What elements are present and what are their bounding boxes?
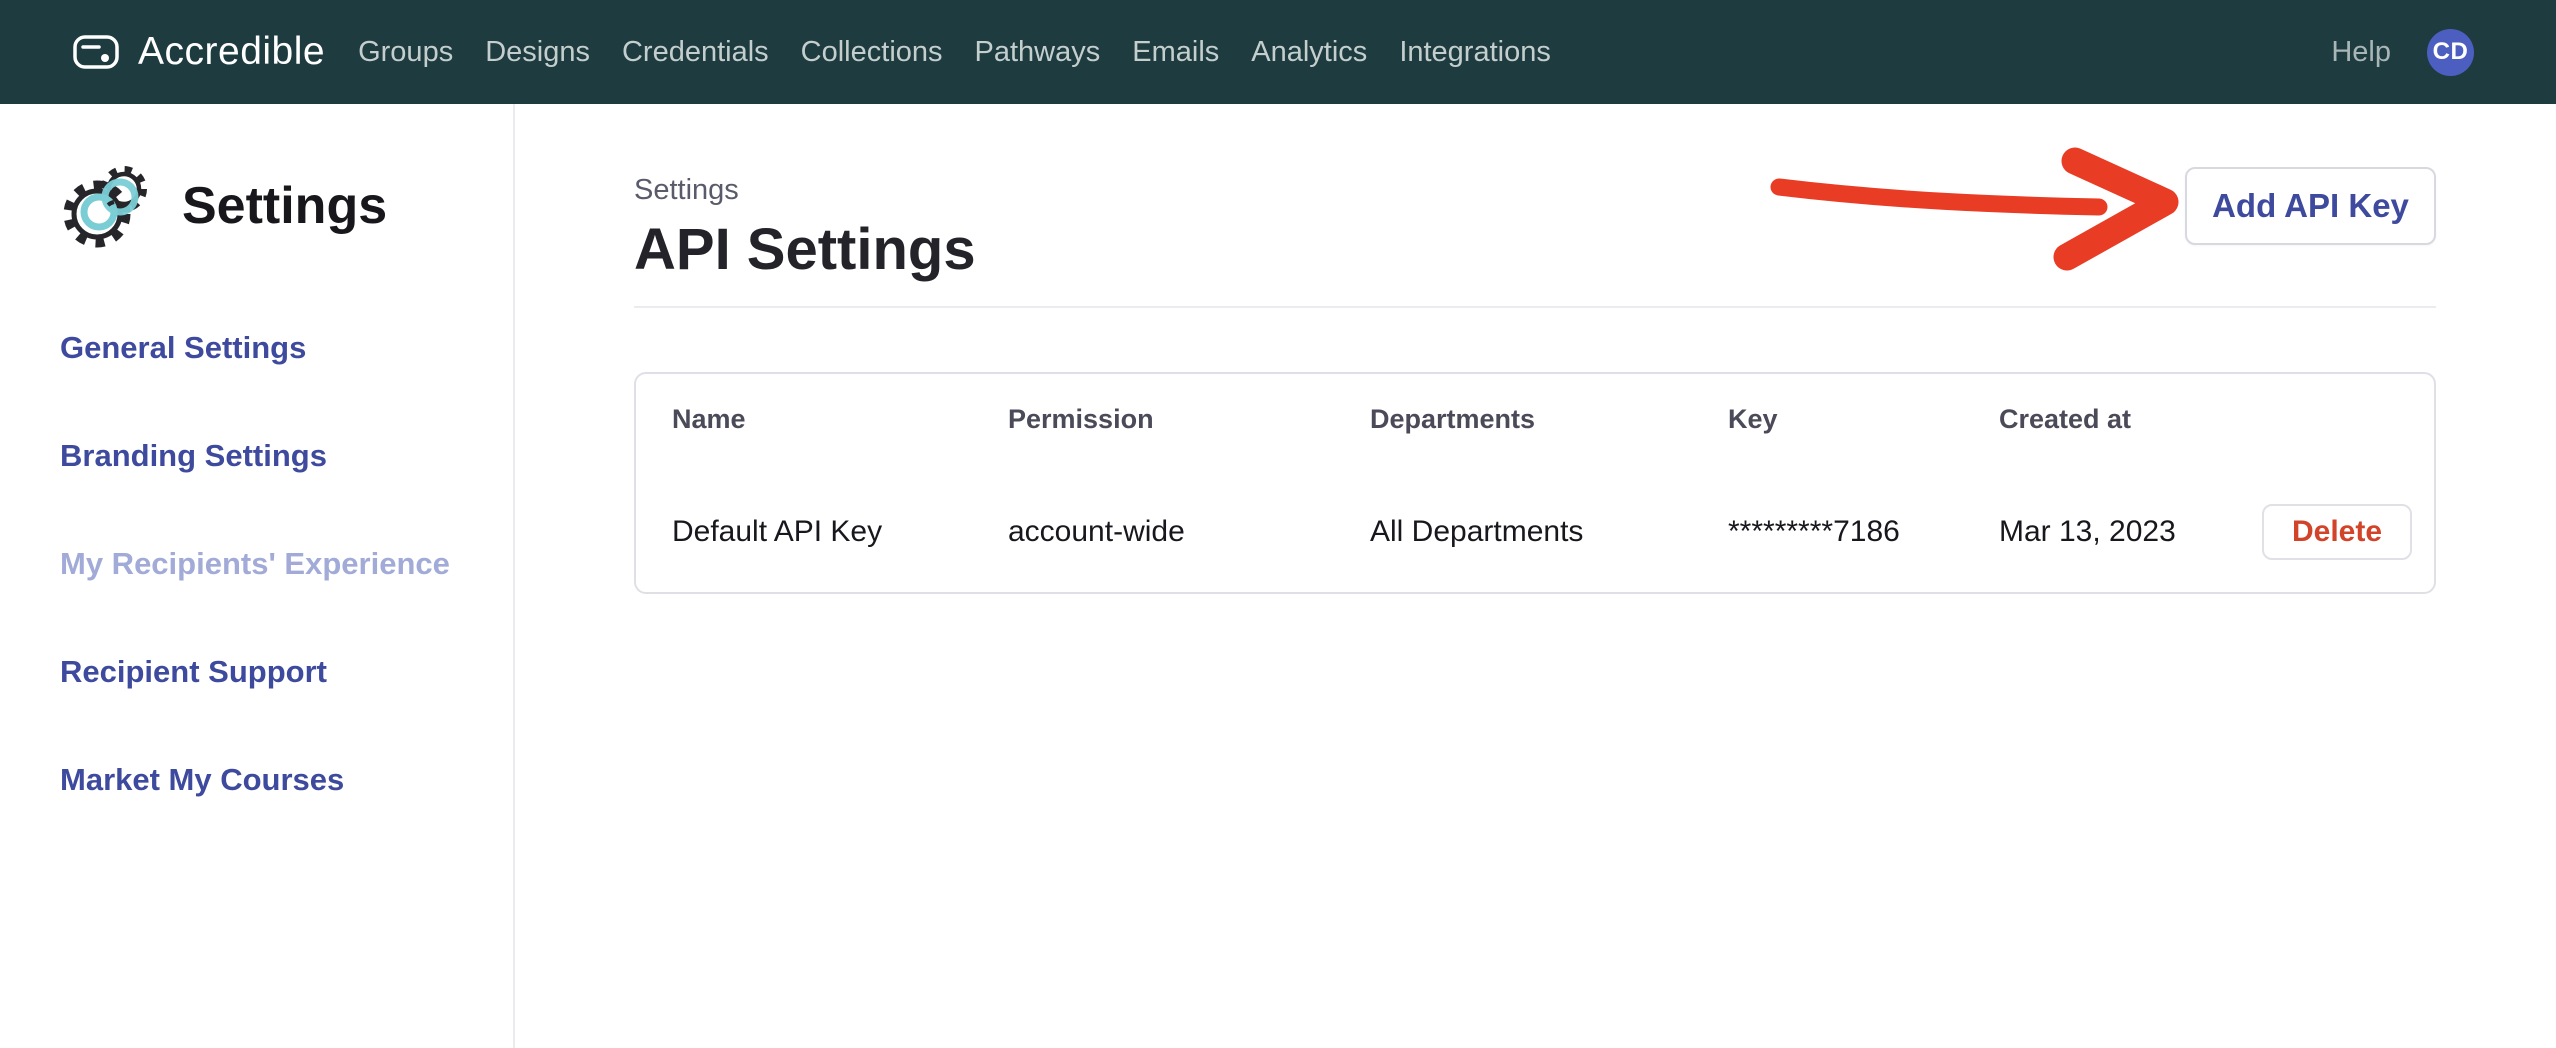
annotation-arrow-icon xyxy=(1765,145,2195,275)
sidebar-item-general-settings[interactable]: General Settings xyxy=(60,329,513,367)
cell-permission: account-wide xyxy=(1008,514,1370,550)
column-header-name: Name xyxy=(672,403,1008,435)
cell-departments: All Departments xyxy=(1370,514,1728,550)
nav-item-integrations[interactable]: Integrations xyxy=(1399,36,1551,69)
table-header-row: Name Permission Departments Key Created … xyxy=(672,403,2412,435)
column-header-permission: Permission xyxy=(1008,403,1370,435)
column-header-key: Key xyxy=(1728,403,1999,435)
title-divider xyxy=(634,306,2436,308)
nav-item-analytics[interactable]: Analytics xyxy=(1251,36,1367,69)
cell-name: Default API Key xyxy=(672,514,1008,550)
sidebar-title: Settings xyxy=(182,176,387,236)
accredible-logo-icon xyxy=(72,32,120,72)
nav-item-groups[interactable]: Groups xyxy=(358,36,453,69)
accredible-brand[interactable]: Accredible xyxy=(72,30,325,74)
sidebar-item-my-recipients-experience[interactable]: My Recipients' Experience xyxy=(60,545,513,583)
nav-item-emails[interactable]: Emails xyxy=(1132,36,1219,69)
settings-gear-icon xyxy=(60,160,152,252)
api-keys-table-card: Name Permission Departments Key Created … xyxy=(634,372,2436,594)
sidebar-item-market-my-courses[interactable]: Market My Courses xyxy=(60,761,513,799)
nav-item-pathways[interactable]: Pathways xyxy=(975,36,1101,69)
avatar[interactable]: CD xyxy=(2427,29,2474,76)
delete-api-key-button[interactable]: Delete xyxy=(2262,504,2412,560)
api-settings-main: Settings API Settings Add API Key Name P… xyxy=(515,104,2556,1048)
nav-item-collections[interactable]: Collections xyxy=(801,36,943,69)
column-header-departments: Departments xyxy=(1370,403,1728,435)
column-header-created-at: Created at xyxy=(1999,403,2412,435)
help-link[interactable]: Help xyxy=(2331,36,2391,69)
primary-nav: Groups Designs Credentials Collections P… xyxy=(358,36,1551,69)
sidebar-item-recipient-support[interactable]: Recipient Support xyxy=(60,653,513,691)
sidebar-header: Settings xyxy=(60,160,513,252)
page-title: API Settings xyxy=(634,215,976,285)
table-row: Default API Key account-wide All Departm… xyxy=(672,494,2412,570)
cell-created-at: Mar 13, 2023 xyxy=(1999,514,2262,550)
top-nav-bar: Accredible Groups Designs Credentials Co… xyxy=(0,0,2556,104)
brand-name: Accredible xyxy=(138,30,325,74)
sidebar-nav: General Settings Branding Settings My Re… xyxy=(60,329,513,799)
nav-item-designs[interactable]: Designs xyxy=(485,36,590,69)
add-api-key-button[interactable]: Add API Key xyxy=(2185,167,2436,245)
sidebar-item-branding-settings[interactable]: Branding Settings xyxy=(60,437,513,475)
cell-key: *********7186 xyxy=(1728,514,1999,550)
nav-item-credentials[interactable]: Credentials xyxy=(622,36,769,69)
breadcrumb: Settings xyxy=(634,173,739,207)
settings-sidebar: Settings General Settings Branding Setti… xyxy=(0,104,515,1048)
